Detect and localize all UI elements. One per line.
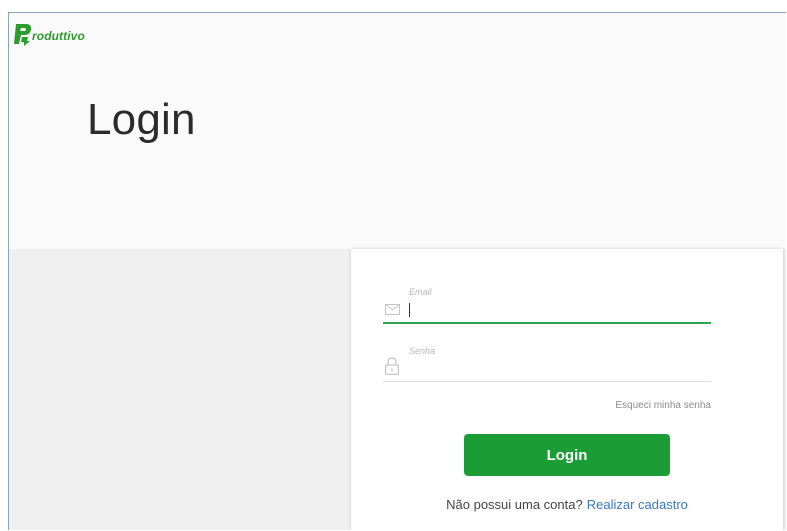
app-frame: roduttivo Login Email Senha Esqueci minh… xyxy=(8,12,786,530)
email-underline xyxy=(383,322,711,324)
lock-icon xyxy=(385,357,399,375)
page-header: roduttivo Login xyxy=(9,13,786,249)
forgot-password-link[interactable]: Esqueci minha senha xyxy=(601,400,711,411)
password-underline xyxy=(383,381,711,382)
text-caret xyxy=(409,303,410,317)
email-input[interactable] xyxy=(409,301,711,319)
page-title: Login xyxy=(87,95,196,144)
email-label: Email xyxy=(409,287,432,297)
logo-mark-icon xyxy=(14,24,32,46)
email-field: Email xyxy=(383,287,711,337)
password-field: Senha xyxy=(383,346,711,396)
brand-logo[interactable]: roduttivo xyxy=(13,20,85,46)
signup-link[interactable]: Realizar cadastro xyxy=(587,497,688,512)
login-button[interactable]: Login xyxy=(464,434,670,476)
logo-text: roduttivo xyxy=(32,29,85,43)
envelope-icon xyxy=(385,304,400,315)
signup-prompt: Não possui uma conta? xyxy=(446,497,583,512)
password-input[interactable] xyxy=(409,360,711,378)
password-label: Senha xyxy=(409,346,436,356)
signup-row: Não possui uma conta? Realizar cadastro xyxy=(351,497,783,512)
login-card: Email Senha Esqueci minha senha Login Nã… xyxy=(351,249,783,530)
